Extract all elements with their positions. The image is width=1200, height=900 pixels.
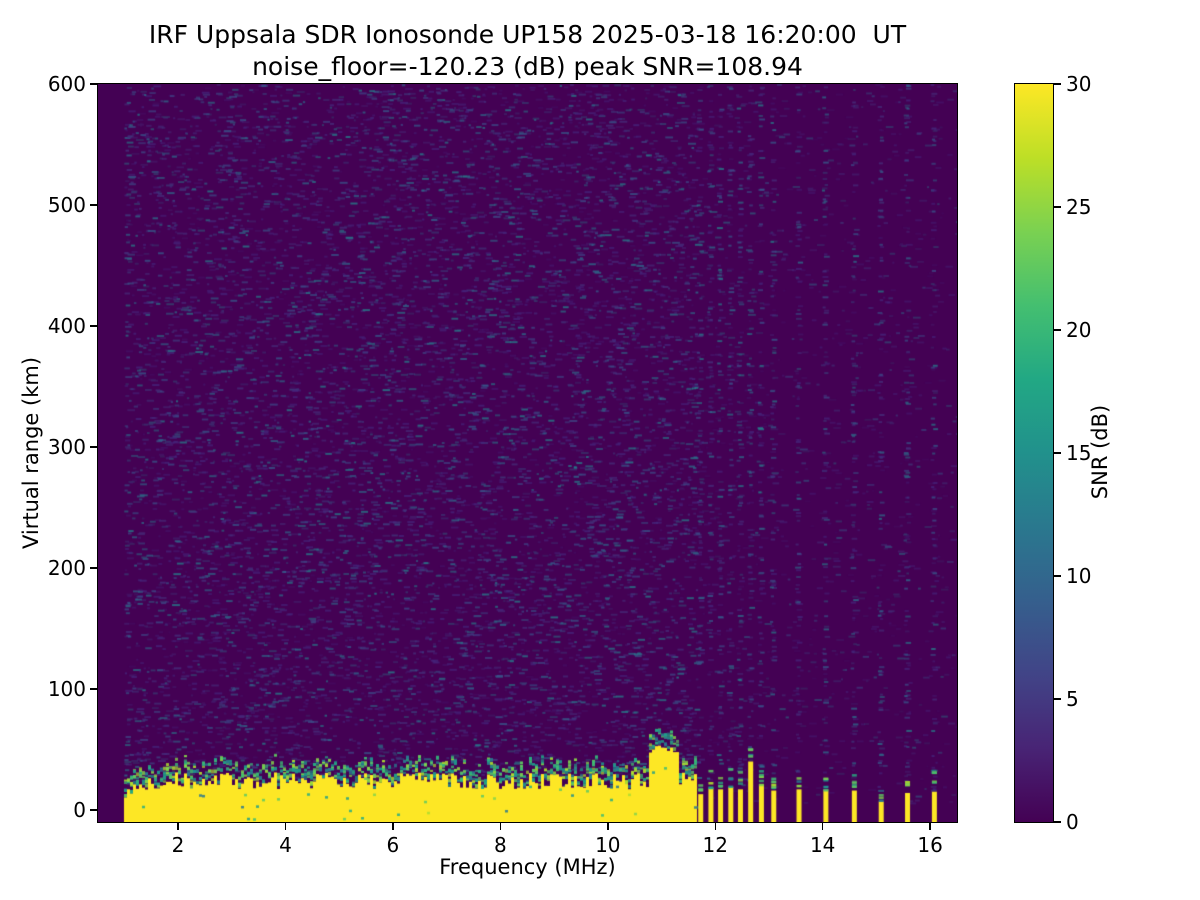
- colorbar-tick: [1054, 575, 1061, 577]
- ionogram-figure: IRF Uppsala SDR Ionosonde UP158 2025-03-…: [0, 0, 1200, 900]
- colorbar-tick-label: 0: [1066, 810, 1126, 834]
- y-tick-label: 100: [0, 677, 86, 701]
- y-tick: [90, 809, 98, 811]
- y-tick-label: 500: [0, 193, 86, 217]
- x-tick: [500, 822, 502, 830]
- x-tick-label: 10: [568, 833, 648, 857]
- x-tick: [715, 822, 717, 830]
- x-tick-label: 16: [890, 833, 970, 857]
- x-tick: [392, 822, 394, 830]
- colorbar-tick: [1054, 83, 1061, 85]
- colorbar-tick-label: 20: [1066, 318, 1126, 342]
- x-tick: [285, 822, 287, 830]
- y-tick: [90, 83, 98, 85]
- plot-area: [97, 83, 958, 823]
- x-tick: [929, 822, 931, 830]
- x-axis-label: Frequency (MHz): [98, 855, 957, 879]
- x-tick-label: 8: [460, 833, 540, 857]
- colorbar-tick: [1054, 452, 1061, 454]
- x-tick: [607, 822, 609, 830]
- colorbar-tick-label: 30: [1066, 72, 1126, 96]
- y-tick: [90, 688, 98, 690]
- plot-subtitle: noise_floor=-120.23 (dB) peak SNR=108.94: [98, 52, 957, 82]
- colorbar-tick: [1054, 821, 1061, 823]
- ionogram-canvas: [98, 84, 957, 822]
- y-tick-label: 0: [0, 798, 86, 822]
- x-tick-label: 12: [675, 833, 755, 857]
- x-tick-label: 4: [245, 833, 325, 857]
- colorbar-tick-label: 10: [1066, 564, 1126, 588]
- y-tick: [90, 204, 98, 206]
- y-tick-label: 200: [0, 556, 86, 580]
- colorbar: [1014, 83, 1054, 823]
- x-tick: [177, 822, 179, 830]
- x-tick: [822, 822, 824, 830]
- colorbar-tick: [1054, 698, 1061, 700]
- y-tick: [90, 446, 98, 448]
- y-axis-label: Virtual range (km): [19, 357, 43, 549]
- colorbar-tick-label: 25: [1066, 195, 1126, 219]
- y-tick-label: 600: [0, 72, 86, 96]
- colorbar-tick: [1054, 329, 1061, 331]
- colorbar-label: SNR (dB): [1088, 405, 1112, 499]
- y-tick-label: 400: [0, 314, 86, 338]
- x-tick-label: 2: [138, 833, 218, 857]
- x-tick-label: 6: [353, 833, 433, 857]
- plot-title: IRF Uppsala SDR Ionosonde UP158 2025-03-…: [98, 20, 957, 50]
- y-tick: [90, 325, 98, 327]
- x-tick-label: 14: [783, 833, 863, 857]
- colorbar-tick-label: 5: [1066, 687, 1126, 711]
- y-tick-label: 300: [0, 435, 86, 459]
- y-tick: [90, 567, 98, 569]
- colorbar-tick: [1054, 206, 1061, 208]
